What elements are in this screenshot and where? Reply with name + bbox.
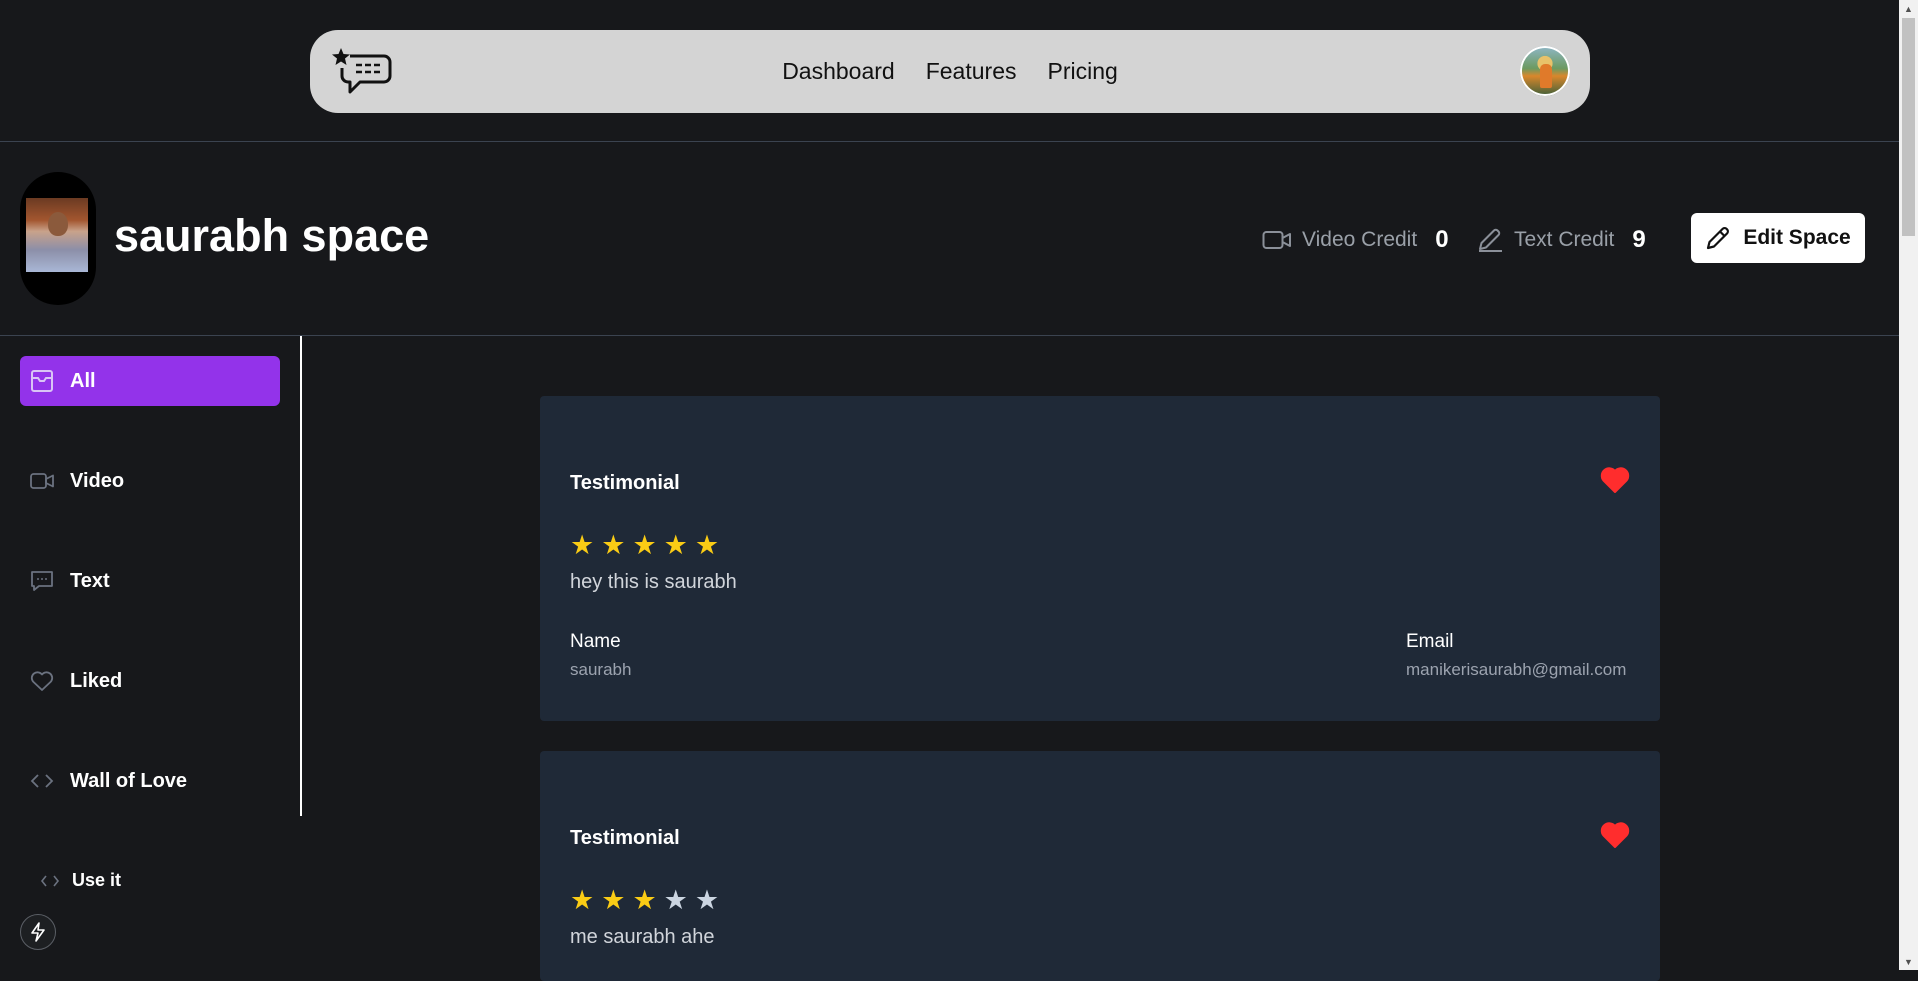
rating-stars: ★ ★ ★ ★ ★ <box>570 530 719 560</box>
sidebar-item-liked[interactable]: Liked <box>20 656 280 706</box>
scroll-up-icon[interactable]: ▲ <box>1899 0 1918 17</box>
video-icon <box>1262 231 1291 249</box>
sidebar-item-label: Text <box>70 569 110 592</box>
nav-link-pricing[interactable]: Pricing <box>1047 58 1117 85</box>
star-filled-icon: ★ <box>663 530 688 560</box>
heart-icon <box>30 671 54 691</box>
testimonial-title: Testimonial <box>570 827 680 849</box>
rating-stars: ★ ★ ★ ★ ★ <box>570 885 719 915</box>
sidebar-item-label: All <box>70 369 96 392</box>
bolt-button[interactable] <box>20 914 56 950</box>
code-icon <box>30 774 54 788</box>
name-value: saurabh <box>570 660 632 679</box>
text-credit: Text Credit 9 <box>1476 226 1646 254</box>
avatar-head <box>48 212 68 236</box>
scroll-thumb[interactable] <box>1902 18 1915 236</box>
video-credit-label: Video Credit <box>1302 228 1418 251</box>
testimonial-message: hey this is saurabh <box>570 571 737 593</box>
nav-link-dashboard[interactable]: Dashboard <box>782 58 895 85</box>
message-icon <box>31 571 53 591</box>
star-filled-icon: ★ <box>570 885 595 915</box>
video-credit: Video Credit 0 <box>1262 226 1449 254</box>
video-credit-value: 0 <box>1435 226 1449 253</box>
avatar-figure <box>1540 64 1552 88</box>
liked-heart-icon[interactable] <box>1600 821 1630 849</box>
pencil-icon <box>1707 227 1730 250</box>
sidebar: All Video Text Liked Wall of Love <box>0 336 302 816</box>
use-it-link[interactable]: Use it <box>40 870 121 891</box>
use-it-label: Use it <box>72 870 122 890</box>
sidebar-item-text[interactable]: Text <box>20 556 280 606</box>
nav-link-features[interactable]: Features <box>926 58 1017 85</box>
page: Dashboard Features Pricing saurabh space… <box>0 0 1899 981</box>
star-filled-icon: ★ <box>570 530 595 560</box>
sidebar-item-all[interactable]: All <box>20 356 280 406</box>
sidebar-item-label: Video <box>70 469 125 492</box>
space-avatar-image <box>26 198 88 272</box>
star-filled-icon: ★ <box>601 885 626 915</box>
video-icon <box>30 473 54 489</box>
email-value: manikerisaurabh@gmail.com <box>1406 660 1627 679</box>
top-navbar: Dashboard Features Pricing <box>310 30 1590 113</box>
user-avatar[interactable] <box>1520 46 1570 96</box>
code-icon <box>40 875 60 886</box>
sidebar-item-label: Wall of Love <box>70 769 188 792</box>
sidebar-item-wall-of-love[interactable]: Wall of Love <box>20 756 280 806</box>
sidebar-item-label: Liked <box>70 669 123 692</box>
star-empty-icon: ★ <box>694 885 720 915</box>
testimonial-card: Testimonial ★ ★ ★ ★ ★ me saurabh ahe <box>540 751 1660 981</box>
testimonial-card: Testimonial ★ ★ ★ ★ ★ hey this is saurabh Na… <box>540 396 1660 721</box>
inbox-icon <box>31 370 53 392</box>
nav-links: Dashboard Features Pricing <box>310 30 1590 113</box>
header-divider <box>0 141 1899 142</box>
space-title: saurabh space <box>114 210 430 261</box>
liked-heart-icon[interactable] <box>1600 466 1630 494</box>
testimonial-message: me saurabh ahe <box>570 926 715 948</box>
star-filled-icon: ★ <box>632 530 657 560</box>
edit-space-button[interactable]: Edit Space <box>1691 213 1865 263</box>
pen-icon <box>1479 228 1502 252</box>
edit-space-label: Edit Space <box>1743 226 1851 249</box>
scroll-down-icon[interactable]: ▼ <box>1899 953 1918 970</box>
name-label: Name <box>570 631 621 652</box>
bolt-icon <box>31 922 45 942</box>
star-filled-icon: ★ <box>632 885 657 915</box>
space-logo <box>20 172 96 305</box>
testimonial-title: Testimonial <box>570 472 680 494</box>
email-label: Email <box>1406 631 1454 652</box>
sidebar-item-video[interactable]: Video <box>20 456 280 506</box>
star-empty-icon: ★ <box>663 885 688 915</box>
text-credit-label: Text Credit <box>1514 228 1615 251</box>
page-scrollbar[interactable]: ▲ ▼ <box>1899 0 1918 970</box>
text-credit-value: 9 <box>1632 226 1646 253</box>
star-filled-icon: ★ <box>601 530 626 560</box>
star-filled-icon: ★ <box>694 530 720 560</box>
